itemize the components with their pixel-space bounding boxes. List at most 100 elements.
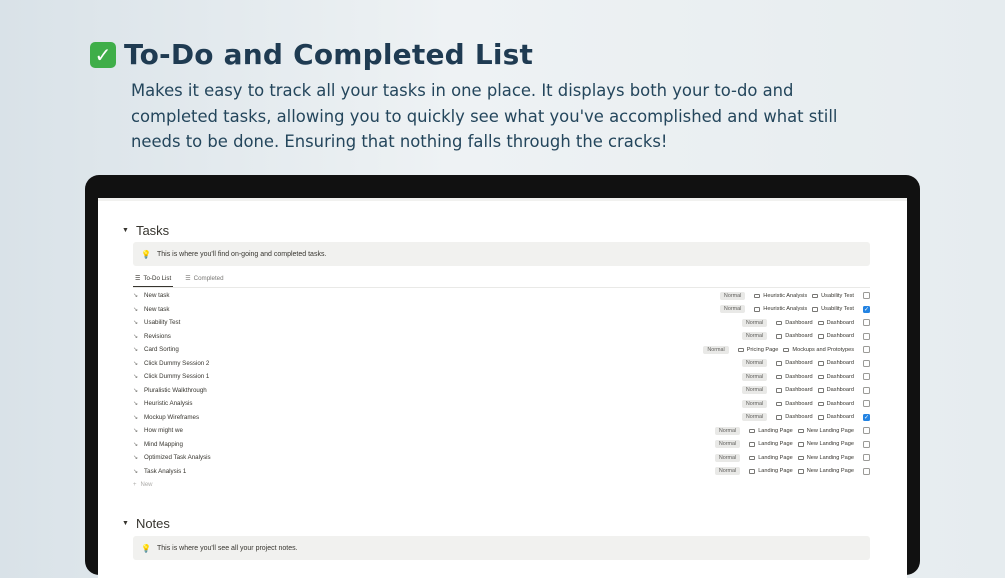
task-name[interactable]: New task <box>144 292 169 299</box>
open-page-icon[interactable]: ↘ <box>133 373 138 380</box>
relation-link[interactable]: Usability Test <box>812 306 854 312</box>
table-row[interactable]: ↘ Click Dummy Session 1 Normal Dashboard… <box>133 370 870 384</box>
relation-link[interactable]: Dashboard <box>776 401 813 407</box>
done-checkbox[interactable]: ✓ <box>863 413 870 421</box>
add-new-row-button[interactable]: + New <box>133 478 870 491</box>
task-name[interactable]: Revisions <box>144 333 171 340</box>
relation-link[interactable]: New Landing Page <box>797 441 854 447</box>
task-name[interactable]: Mind Mapping <box>144 441 183 448</box>
relation-link[interactable]: Pricing Page <box>737 347 778 353</box>
open-page-icon[interactable]: ↘ <box>133 468 138 475</box>
open-page-icon[interactable]: ↘ <box>133 360 138 367</box>
task-name[interactable]: Heuristic Analysis <box>144 400 192 407</box>
table-row[interactable]: ↘ New task Normal Heuristic Analysis Usa… <box>133 303 870 317</box>
relation-link[interactable]: Landing Page <box>749 428 793 434</box>
task-name[interactable]: How might we <box>144 427 183 434</box>
done-checkbox[interactable] <box>863 467 870 475</box>
table-row[interactable]: ↘ Mockup Wireframes Normal Dashboard Das… <box>133 411 870 425</box>
table-row[interactable]: ↘ Pluralistic Walkthrough Normal Dashboa… <box>133 384 870 398</box>
open-page-icon[interactable]: ↘ <box>133 454 138 461</box>
open-page-icon[interactable]: ↘ <box>133 319 138 326</box>
table-row[interactable]: ↘ Mind Mapping Normal Landing Page New L… <box>133 438 870 452</box>
table-row[interactable]: ↘ Click Dummy Session 2 Normal Dashboard… <box>133 357 870 371</box>
done-checkbox[interactable] <box>863 454 870 462</box>
toggle-triangle-icon[interactable]: ▼ <box>122 520 129 527</box>
done-checkbox[interactable]: ✓ <box>863 305 870 313</box>
table-row[interactable]: ↘ Optimized Task Analysis Normal Landing… <box>133 451 870 465</box>
open-page-icon[interactable]: ↘ <box>133 441 138 448</box>
done-checkbox[interactable] <box>863 386 870 394</box>
table-row[interactable]: ↘ How might we Normal Landing Page New L… <box>133 424 870 438</box>
row-right: Normal Dashboard Dashboard <box>741 318 870 327</box>
tab-completed[interactable]: ☰ Completed <box>183 270 225 287</box>
done-checkbox[interactable] <box>863 440 870 448</box>
relation-link[interactable]: Dashboard <box>817 414 854 420</box>
relation-link[interactable]: New Landing Page <box>797 455 854 461</box>
done-checkbox[interactable] <box>863 359 870 367</box>
toggle-triangle-icon[interactable]: ▼ <box>122 227 129 234</box>
task-name[interactable]: Optimized Task Analysis <box>144 454 211 461</box>
task-name[interactable]: Task Analysis 1 <box>144 468 186 475</box>
relation-link[interactable]: Dashboard <box>817 360 854 366</box>
relation-link[interactable]: Dashboard <box>776 414 813 420</box>
done-checkbox[interactable] <box>863 292 870 300</box>
relation-link[interactable]: Heuristic Analysis <box>754 293 807 299</box>
row-right: Normal Heuristic Analysis Usability Test… <box>719 305 870 314</box>
table-row[interactable]: ↘ Card Sorting Normal Pricing Page Mocku… <box>133 343 870 357</box>
relation-link[interactable]: Heuristic Analysis <box>754 306 807 312</box>
open-page-icon[interactable]: ↘ <box>133 306 138 313</box>
task-name[interactable]: Click Dummy Session 1 <box>144 373 209 380</box>
relation-link[interactable]: Dashboard <box>817 387 854 393</box>
relation-link[interactable]: Dashboard <box>776 374 813 380</box>
task-name[interactable]: Pluralistic Walkthrough <box>144 387 207 394</box>
relation-link[interactable]: Landing Page <box>749 468 793 474</box>
relation-link[interactable]: Dashboard <box>776 387 813 393</box>
task-name[interactable]: Usability Test <box>144 319 180 326</box>
table-row[interactable]: ↘ New task Normal Heuristic Analysis Usa… <box>133 289 870 303</box>
relation-link[interactable]: Dashboard <box>817 333 854 339</box>
tab-todo-list[interactable]: ☰ To-Do List <box>133 270 174 287</box>
relation-link[interactable]: Dashboard <box>776 333 813 339</box>
row-left: ↘ Click Dummy Session 1 <box>133 373 209 380</box>
table-row[interactable]: ↘ Usability Test Normal Dashboard Dashbo… <box>133 316 870 330</box>
row-left: ↘ Mockup Wireframes <box>133 414 199 421</box>
row-right: Normal Dashboard Dashboard <box>741 359 870 368</box>
relation-link[interactable]: Dashboard <box>817 320 854 326</box>
open-page-icon[interactable]: ↘ <box>133 414 138 421</box>
relation-link[interactable]: Dashboard <box>817 401 854 407</box>
notes-toggle[interactable]: ▼ Notes <box>122 516 170 531</box>
relation-link[interactable]: Dashboard <box>776 360 813 366</box>
done-checkbox[interactable] <box>863 373 870 381</box>
relation-link[interactable]: Landing Page <box>749 441 793 447</box>
relation-link[interactable]: Usability Test <box>812 293 854 299</box>
done-checkbox[interactable] <box>863 427 870 435</box>
relation-link[interactable]: Mockups and Prototypes <box>783 347 854 353</box>
task-name[interactable]: Mockup Wireframes <box>144 414 199 421</box>
row-right: Normal Landing Page New Landing Page <box>714 467 870 476</box>
relation-link[interactable]: Landing Page <box>749 455 793 461</box>
table-row[interactable]: ↘ Revisions Normal Dashboard Dashboard <box>133 330 870 344</box>
folder-icon <box>776 361 783 366</box>
open-page-icon[interactable]: ↘ <box>133 346 138 353</box>
relation-link[interactable]: Dashboard <box>817 374 854 380</box>
done-checkbox[interactable] <box>863 400 870 408</box>
task-name[interactable]: Card Sorting <box>144 346 179 353</box>
done-checkbox[interactable] <box>863 346 870 354</box>
open-page-icon[interactable]: ↘ <box>133 333 138 340</box>
folder-icon <box>776 334 783 339</box>
task-name[interactable]: Click Dummy Session 2 <box>144 360 209 367</box>
done-checkbox[interactable] <box>863 319 870 327</box>
open-page-icon[interactable]: ↘ <box>133 292 138 299</box>
table-row[interactable]: ↘ Task Analysis 1 Normal Landing Page Ne… <box>133 465 870 479</box>
relation-link[interactable]: New Landing Page <box>797 468 854 474</box>
relation-link[interactable]: Dashboard <box>776 320 813 326</box>
task-name[interactable]: New task <box>144 306 169 313</box>
relation-link[interactable]: New Landing Page <box>797 428 854 434</box>
open-page-icon[interactable]: ↘ <box>133 387 138 394</box>
open-page-icon[interactable]: ↘ <box>133 400 138 407</box>
table-row[interactable]: ↘ Heuristic Analysis Normal Dashboard Da… <box>133 397 870 411</box>
done-checkbox[interactable] <box>863 332 870 340</box>
tasks-toggle[interactable]: ▼ Tasks <box>122 223 169 238</box>
open-page-icon[interactable]: ↘ <box>133 427 138 434</box>
row-left: ↘ Pluralistic Walkthrough <box>133 387 207 394</box>
